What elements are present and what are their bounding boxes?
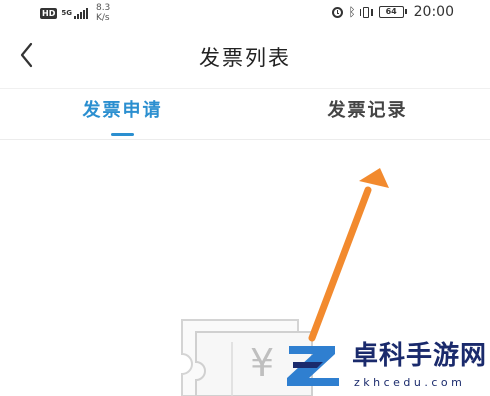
watermark-logo xyxy=(287,346,339,386)
annotation-arrow-icon xyxy=(308,168,389,342)
watermark-url: zkhcedu.com xyxy=(354,376,466,389)
watermark-brand: 卓科手游网 xyxy=(352,341,488,371)
